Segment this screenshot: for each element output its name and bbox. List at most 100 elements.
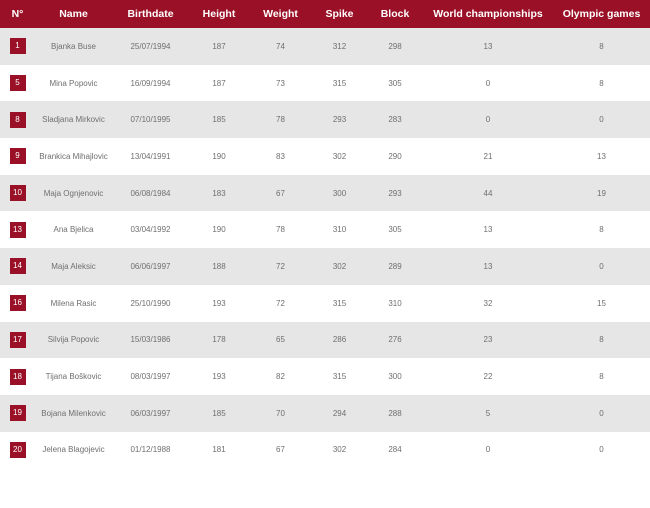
- cell-name: Maja Ognjenovic: [43, 188, 104, 198]
- cell-birthdate: 08/03/1997: [130, 372, 171, 382]
- cell-birthdate: 06/03/1997: [130, 408, 171, 418]
- player-number-badge: 1: [9, 38, 26, 55]
- cell-height: 183: [212, 188, 226, 198]
- cell-olympic-games: 0: [599, 445, 604, 455]
- cell-weight: 73: [276, 78, 285, 88]
- player-number-badge: 17: [9, 331, 26, 348]
- cell-spike: 286: [332, 335, 347, 345]
- cell-birthdate: 16/09/1994: [130, 78, 171, 88]
- cell-world-championships: 0: [485, 115, 491, 125]
- cell-block: 289: [388, 261, 402, 271]
- cell-world-championships: 0: [485, 78, 491, 88]
- cell-block: 284: [388, 445, 402, 455]
- header-spike: Spike: [325, 8, 354, 20]
- cell-olympic-games: 8: [599, 372, 604, 382]
- cell-weight: 83: [276, 151, 285, 161]
- cell-olympic-games: 8: [599, 225, 604, 235]
- cell-world-championships: 0: [485, 445, 491, 455]
- cell-name: Bjanka Buse: [51, 41, 96, 51]
- cell-number: 10: [0, 175, 35, 212]
- cell-world-championships: 13: [483, 261, 493, 271]
- cell-birthdate: 25/07/1994: [130, 41, 171, 51]
- cell-weight: 65: [276, 335, 285, 345]
- table-row: 20 Jelena Blagojevic 01/12/1988 181 67 302 284…: [0, 431, 650, 469]
- cell-world-championships: 21: [483, 151, 493, 161]
- cell-weight: 74: [276, 41, 285, 51]
- cell-block: 283: [388, 115, 402, 125]
- cell-olympic-games: 15: [597, 298, 606, 308]
- cell-height: 190: [212, 225, 226, 235]
- table-row: 1 Bjanka Buse 25/07/1994 187 74 312 298 13 8: [0, 28, 650, 65]
- cell-block: 288: [388, 408, 402, 418]
- cell-number: 19: [0, 395, 35, 432]
- cell-spike: 293: [332, 115, 347, 125]
- cell-olympic-games: 8: [599, 41, 604, 51]
- header-weight: Weight: [263, 8, 298, 20]
- cell-birthdate: 06/08/1984: [130, 188, 171, 198]
- cell-olympic-games: 19: [597, 188, 606, 198]
- player-number-badge: 14: [9, 258, 26, 275]
- header-birthdate: Birthdate: [127, 8, 174, 20]
- cell-name: Maja Aleksic: [51, 261, 96, 271]
- cell-spike: 315: [332, 78, 347, 88]
- cell-height: 193: [212, 298, 226, 308]
- cell-height: 178: [212, 335, 226, 345]
- player-number-badge: 16: [9, 295, 26, 312]
- cell-name: Silvija Popovic: [47, 335, 100, 345]
- cell-name: Jelena Blagojevic: [42, 445, 105, 455]
- cell-weight: 67: [276, 445, 285, 455]
- header-world-championships: World championships: [433, 8, 543, 20]
- cell-height: 193: [212, 372, 226, 382]
- table-body: 1 Bjanka Buse 25/07/1994 187 74 312 298 13 8 5 Min…: [0, 28, 650, 469]
- cell-number: 13: [0, 211, 35, 248]
- cell-block: 300: [388, 372, 402, 382]
- cell-height: 188: [212, 261, 226, 271]
- cell-spike: 302: [332, 445, 347, 455]
- cell-name: Brankica Mihajlovic: [39, 151, 108, 161]
- cell-spike: 300: [332, 188, 347, 198]
- cell-height: 181: [212, 445, 226, 455]
- cell-block: 310: [388, 298, 402, 308]
- table-row: 14 Maja Aleksic 06/06/1997 188 72 302 289 13 0: [0, 248, 650, 285]
- header-name: Name: [59, 8, 88, 20]
- player-number-badge: 20: [9, 441, 26, 458]
- cell-weight: 72: [276, 298, 285, 308]
- table-row: 18 Tijana Boškovic 08/03/1997 193 82 315 300 22…: [0, 358, 650, 395]
- cell-spike: 310: [332, 225, 347, 235]
- player-number-badge: 9: [9, 148, 26, 165]
- table-row: 16 Milena Rasic 25/10/1990 193 72 315 310 32 15: [0, 284, 650, 322]
- cell-number: 18: [0, 358, 35, 395]
- cell-height: 190: [212, 151, 226, 161]
- cell-block: 305: [388, 225, 402, 235]
- player-number-badge: 13: [9, 221, 26, 238]
- header-height: Height: [202, 8, 236, 20]
- cell-world-championships: 5: [485, 408, 491, 418]
- cell-weight: 67: [276, 188, 285, 198]
- cell-world-championships: 23: [483, 335, 493, 345]
- cell-world-championships: 32: [483, 298, 493, 308]
- cell-weight: 78: [276, 115, 285, 125]
- cell-olympic-games: 0: [599, 408, 604, 418]
- table-row: 10 Maja Ognjenovic 06/08/1984 183 67 300 293 44…: [0, 174, 650, 212]
- cell-height: 187: [212, 78, 226, 88]
- cell-world-championships: 13: [483, 225, 493, 235]
- table-header: N° Name Birthdate Height Weight Spike Bl…: [0, 0, 650, 28]
- cell-weight: 82: [276, 372, 285, 382]
- cell-number: 20: [0, 432, 35, 469]
- cell-world-championships: 22: [483, 372, 493, 382]
- cell-block: 276: [388, 335, 402, 345]
- table-row: 5 Mina Popovic 16/09/1994 187 73 315 305 0 8: [0, 64, 650, 102]
- cell-birthdate: 25/10/1990: [130, 298, 171, 308]
- cell-spike: 294: [332, 408, 347, 418]
- cell-number: 17: [0, 322, 35, 359]
- cell-height: 187: [212, 41, 226, 51]
- player-number-badge: 18: [9, 368, 26, 385]
- cell-spike: 302: [332, 151, 347, 161]
- cell-block: 305: [388, 78, 402, 88]
- cell-birthdate: 03/04/1992: [130, 225, 171, 235]
- cell-number: 16: [0, 285, 35, 322]
- table-row: 17 Silvija Popovic 15/03/1986 178 65 286 276 23…: [0, 321, 650, 359]
- cell-number: 9: [0, 138, 35, 175]
- cell-number: 8: [0, 101, 35, 138]
- player-number-badge: 8: [9, 111, 26, 128]
